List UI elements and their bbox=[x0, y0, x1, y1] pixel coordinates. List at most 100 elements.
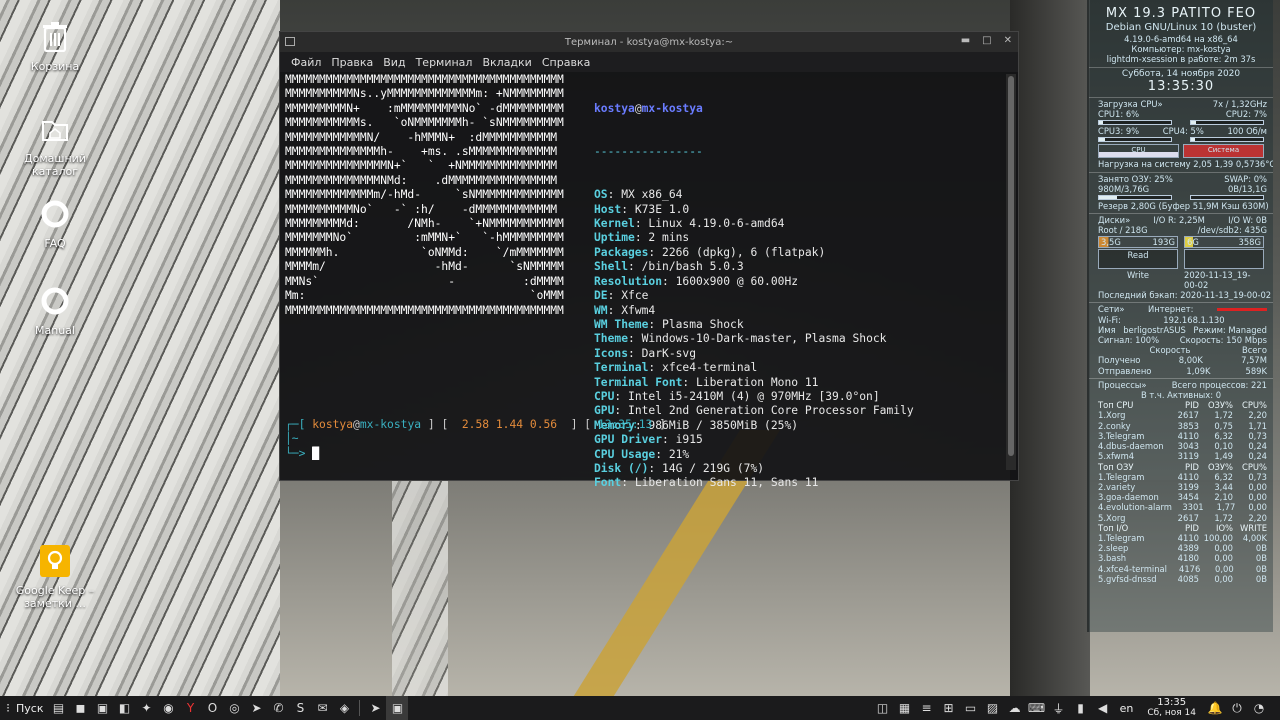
terminal-output[interactable]: MMMMMMMMMMMMMMMMMMMMMMMMMMMMMMMMMMMMMMMM… bbox=[285, 73, 1000, 489]
terminal-launch-icon[interactable]: ▣ bbox=[91, 696, 113, 720]
process-table-header: Топ CPU PID ОЗУ% CPU% bbox=[1098, 400, 1267, 411]
neofetch-line: Disk (/): 14G / 219G (7%) bbox=[594, 461, 765, 475]
terminal-task-icon[interactable]: ▣ bbox=[386, 696, 409, 720]
neofetch-line: Uptime: 2 mins bbox=[594, 231, 690, 245]
tray-keyboard-icon[interactable]: ⌨ bbox=[1026, 696, 1048, 720]
conky-kernel: 4.19.0-6-amd64 на x86_64 bbox=[1124, 34, 1238, 44]
neofetch-line: Resolution: 1600x900 @ 60.00Hz bbox=[594, 274, 799, 288]
process-row: 3.goa-daemon 3454 2,10 0,00 bbox=[1098, 492, 1267, 503]
neofetch-line: OS: MX x86_64 bbox=[594, 188, 683, 202]
ring-icon[interactable]: ◎ bbox=[223, 696, 245, 720]
neofetch-key: Theme bbox=[594, 332, 629, 346]
close-icon[interactable]: ✕ bbox=[1004, 35, 1012, 46]
menu-edit[interactable]: Правка bbox=[326, 56, 378, 69]
neofetch-key: Uptime bbox=[594, 231, 635, 245]
terminal-scrollbar[interactable] bbox=[1006, 74, 1016, 470]
process-row: 2.conky 3853 0,75 1,71 bbox=[1098, 420, 1267, 431]
neofetch-key: WM Theme bbox=[594, 317, 649, 331]
skype-icon[interactable]: S bbox=[289, 696, 311, 720]
conky-date: Суббота, 14 ноября 2020 bbox=[1089, 66, 1273, 79]
tray-screenshot-icon[interactable]: ▭ bbox=[960, 696, 982, 720]
whatsapp-icon[interactable]: ✆ bbox=[267, 696, 289, 720]
terminal-titlebar[interactable]: Терминал - kostya@mx-kostya:~ ▬ □ ✕ bbox=[280, 32, 1018, 52]
minimize-icon[interactable]: ▬ bbox=[961, 35, 970, 46]
conky-title: MX 19.3 PATITO FEO bbox=[1105, 6, 1257, 21]
tray-menu-icon[interactable]: ≡ bbox=[916, 696, 938, 720]
neofetch-value: 2266 (dpkg), 6 (flatpak) bbox=[662, 245, 826, 259]
neofetch-host: mx-kostya bbox=[641, 101, 703, 115]
media-icon[interactable]: ◧ bbox=[113, 696, 135, 720]
files-icon[interactable]: ▤ bbox=[47, 696, 69, 720]
clock[interactable]: 13:35 Сб, ноя 14 bbox=[1147, 697, 1196, 719]
trash-icon bbox=[38, 20, 72, 54]
neofetch-value: Liberation Sans 11, Sans 11 bbox=[634, 476, 819, 490]
telegram-task-icon[interactable]: ➤ bbox=[364, 696, 386, 720]
neofetch-line: Font: Liberation Sans 11, Sans 11 bbox=[594, 476, 819, 490]
chrome-icon[interactable]: ◉ bbox=[157, 696, 179, 720]
process-table-header: Топ ОЗУ PID ОЗУ% CPU% bbox=[1098, 461, 1267, 472]
show-desktop-icon[interactable] bbox=[1270, 696, 1280, 720]
yandex-icon[interactable]: Y bbox=[179, 696, 201, 720]
neofetch-key: Packages bbox=[594, 245, 649, 259]
prompt-host: mx-kostya bbox=[359, 418, 422, 431]
neofetch-value: K73E 1.0 bbox=[634, 202, 690, 216]
neofetch-line: Icons: DarK-svg bbox=[594, 346, 697, 360]
start-button[interactable]: Пуск bbox=[16, 702, 43, 715]
tray-onboard-icon[interactable]: ⊞ bbox=[938, 696, 960, 720]
notifications-icon[interactable]: 🔔 bbox=[1204, 696, 1226, 720]
clock-date: Сб, ноя 14 bbox=[1147, 708, 1196, 718]
neofetch-key: GPU bbox=[594, 404, 615, 418]
process-row: 4.xfce4-terminal 4176 0,00 0B bbox=[1098, 563, 1267, 574]
mail-icon[interactable]: ✉ bbox=[311, 696, 333, 720]
neofetch-key: Host bbox=[594, 202, 622, 216]
menu-view[interactable]: Вид bbox=[378, 56, 410, 69]
neofetch-value: 2 mins bbox=[648, 231, 690, 245]
neofetch-value: 986MiB / 3850MiB (25%) bbox=[648, 418, 799, 432]
process-row: 4.dbus-daemon 3043 0,10 0,24 bbox=[1098, 441, 1267, 452]
network-icon[interactable]: ◔ bbox=[1248, 696, 1270, 720]
keyboard-layout[interactable]: en bbox=[1120, 702, 1134, 715]
conky-time: 13:35:30 bbox=[1147, 78, 1215, 94]
shell-prompt: ┌─[ kostya@mx-kostya ] [ 2.58 1.44 0.56 … bbox=[285, 418, 666, 460]
neofetch-key: Terminal bbox=[594, 361, 649, 375]
maximize-icon[interactable]: □ bbox=[982, 35, 991, 46]
desktop-icon-google-keep[interactable]: Google Keep – заметки ... bbox=[10, 544, 100, 610]
desktop-icon-label: FAQ bbox=[44, 237, 66, 250]
scrollbar-thumb[interactable] bbox=[1008, 76, 1014, 456]
telegram-icon[interactable]: ➤ bbox=[245, 696, 267, 720]
desktop-icon-faq[interactable]: FAQ bbox=[10, 197, 100, 250]
desktop-icon-manual[interactable]: Manual bbox=[10, 284, 100, 337]
conky-cpu-header: Загрузка CPU» 7x / 1,32GHz bbox=[1089, 96, 1273, 109]
neofetch-key: OS bbox=[594, 188, 608, 202]
neofetch-key: Kernel bbox=[594, 217, 635, 231]
neofetch-line: Terminal Font: Liberation Mono 11 bbox=[594, 375, 819, 389]
menu-file[interactable]: Файл bbox=[286, 56, 326, 69]
power-icon[interactable]: ⏻ bbox=[1226, 696, 1248, 720]
tray-image-icon[interactable]: ▨ bbox=[982, 696, 1004, 720]
desktop-icon-trash[interactable]: Корзина bbox=[10, 20, 100, 73]
text-cursor: █ bbox=[312, 446, 320, 460]
bird-icon[interactable]: ✦ bbox=[135, 696, 157, 720]
start-icon[interactable]: ⁝ bbox=[0, 696, 16, 720]
terminal-title: Терминал - kostya@mx-kostya:~ bbox=[564, 36, 734, 48]
tray-cloud-icon[interactable]: ☁ bbox=[1004, 696, 1026, 720]
neofetch-value: Xfce bbox=[621, 289, 649, 303]
tray-rss-icon[interactable]: ◫ bbox=[872, 696, 894, 720]
neofetch-key: Disk (/) bbox=[594, 461, 649, 475]
tray-battery-icon[interactable]: ▮ bbox=[1070, 696, 1092, 720]
menu-terminal[interactable]: Терминал bbox=[411, 56, 478, 69]
opera-icon[interactable]: O bbox=[201, 696, 223, 720]
menu-help[interactable]: Справка bbox=[537, 56, 595, 69]
app-icon[interactable]: ◼ bbox=[69, 696, 91, 720]
terminal-window[interactable]: Терминал - kostya@mx-kostya:~ ▬ □ ✕ Файл… bbox=[279, 31, 1019, 489]
conky-disk-header: Диски» I/O R: 2,25M I/O W: 0B bbox=[1089, 213, 1273, 225]
process-row: 3.bash 4180 0,00 0B bbox=[1098, 553, 1267, 564]
menu-tabs[interactable]: Вкладки bbox=[477, 56, 536, 69]
conky-distro: Debian GNU/Linux 10 (buster) bbox=[1105, 22, 1257, 33]
desktop-icon-home[interactable]: Домашний каталог bbox=[10, 112, 100, 178]
tray-volume-icon[interactable]: ◀ bbox=[1092, 696, 1114, 720]
browser-icon[interactable]: ◈ bbox=[333, 696, 355, 720]
tray-app-icon[interactable]: ▦ bbox=[894, 696, 916, 720]
tray-usb-icon[interactable]: ⏚ bbox=[1048, 696, 1070, 720]
process-row: 2.variety 3199 3,44 0,00 bbox=[1098, 481, 1267, 492]
